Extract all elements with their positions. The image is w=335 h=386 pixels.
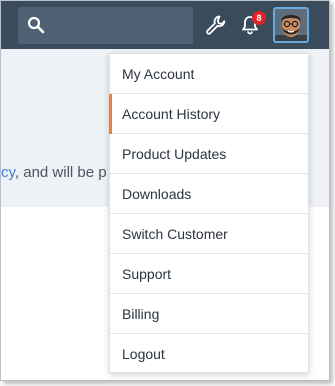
menu-item-switch-customer[interactable]: Switch Customer [110, 214, 308, 254]
app-window: 8 cy, and will be p My Account Account H… [0, 0, 330, 381]
menu-item-label: Product Updates [122, 146, 227, 162]
search-bar[interactable] [18, 7, 193, 44]
menu-item-product-updates[interactable]: Product Updates [110, 134, 308, 174]
menu-item-label: Support [122, 266, 172, 282]
menu-item-label: Downloads [122, 186, 192, 202]
search-icon [27, 16, 45, 34]
menu-item-downloads[interactable]: Downloads [110, 174, 308, 214]
top-navbar: 8 [1, 1, 329, 49]
menu-item-label: Logout [122, 346, 165, 362]
menu-item-my-account[interactable]: My Account [110, 54, 308, 94]
menu-item-label: My Account [122, 66, 195, 82]
wrench-icon[interactable] [205, 14, 227, 36]
menu-item-label: Switch Customer [122, 226, 228, 242]
notification-badge: 8 [252, 11, 266, 25]
avatar[interactable] [273, 7, 309, 43]
user-avatar-icon [275, 9, 307, 41]
menu-item-support[interactable]: Support [110, 254, 308, 294]
menu-item-account-history[interactable]: Account History [109, 94, 308, 134]
menu-item-label: Account History [122, 106, 221, 122]
body-link[interactable]: cy [1, 164, 15, 181]
menu-item-label: Billing [122, 306, 160, 322]
menu-item-billing[interactable]: Billing [110, 294, 308, 334]
body-text-rest: , and will be p [14, 164, 107, 181]
menu-item-logout[interactable]: Logout [110, 334, 308, 374]
body-text: cy, and will be p [1, 164, 107, 181]
account-dropdown-menu: My Account Account History Product Updat… [109, 53, 309, 373]
